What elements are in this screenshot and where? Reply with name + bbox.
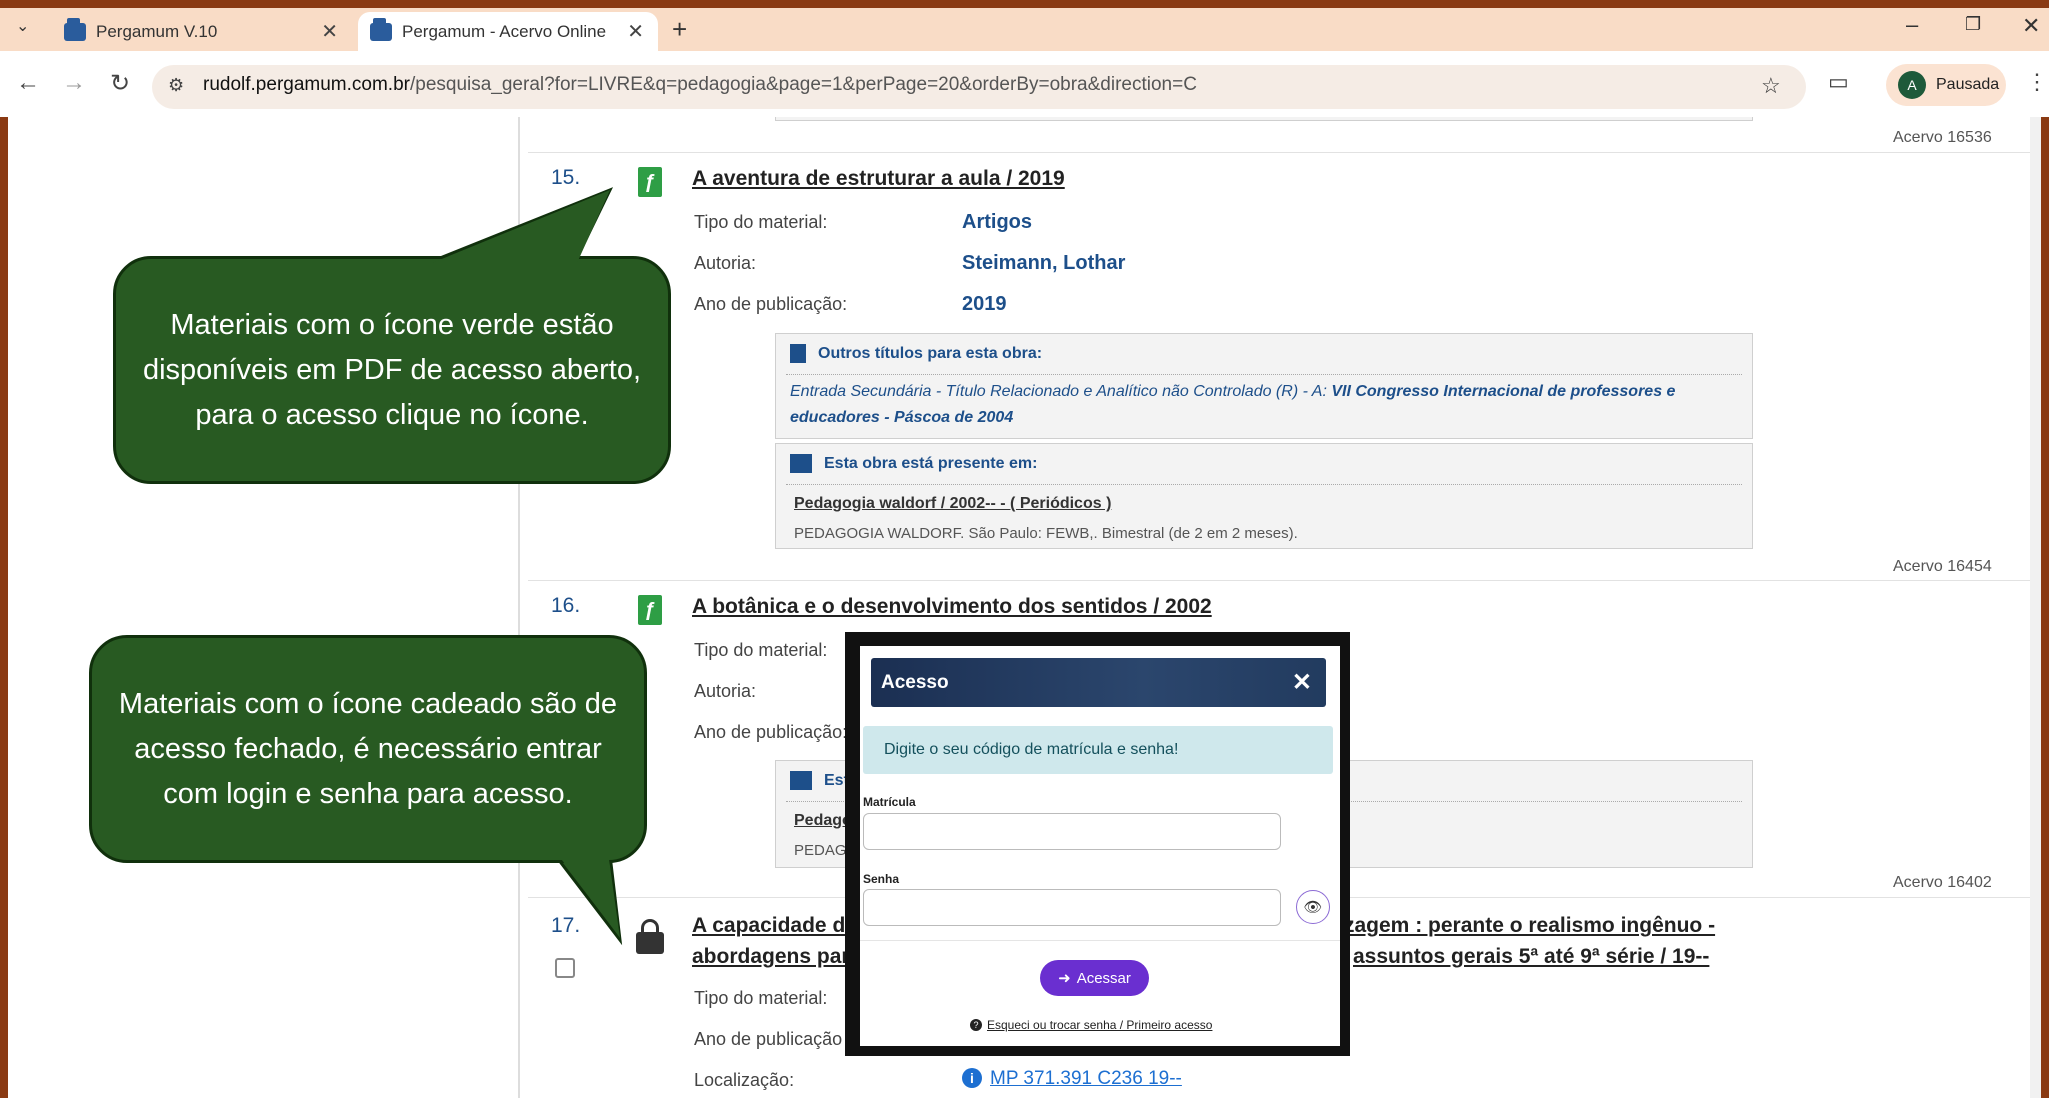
modal-header: Acesso ✕ — [871, 658, 1326, 707]
acessar-button[interactable]: ➜ Acessar — [1040, 960, 1149, 996]
field-label: Tipo do material: — [694, 988, 828, 1008]
presente-em-box: Esta obra está presente em: Pedagogia wa… — [775, 443, 1753, 549]
result-number: 15. — [551, 166, 581, 189]
profile-button[interactable]: A Pausada — [1886, 64, 2006, 106]
tab-acervo-online[interactable]: Pergamum - Acervo Online ✕ — [358, 12, 658, 51]
field-label: Ano de publicação — [694, 1029, 843, 1049]
tab-label: Pergamum - Acervo Online — [402, 21, 607, 41]
result-title-link[interactable]: abordagens para — [692, 945, 861, 969]
periodico-link[interactable]: Pedago — [794, 812, 852, 830]
help-icon: ? — [970, 1019, 982, 1031]
bookmark-icon — [790, 344, 806, 363]
matricula-input[interactable] — [863, 813, 1281, 850]
field-label: Autoria: — [694, 253, 757, 273]
field-label: Autoria: — [694, 681, 757, 701]
pdf-open-access-icon[interactable]: ƒ — [638, 595, 662, 625]
reload-icon[interactable]: ↻ — [110, 69, 130, 98]
outros-titulos-box: Outros títulos para esta obra: Entrada S… — [775, 333, 1753, 439]
forgot-password-link[interactable]: ? Esqueci ou trocar senha / Primeiro aces… — [970, 1018, 1212, 1032]
modal-title: Acesso — [881, 671, 949, 693]
result-title-link[interactable]: A botânica e o desenvolvimento dos senti… — [692, 595, 1212, 619]
presente-em-header: Esta obra está presente em: — [790, 454, 1037, 473]
presente-em-header: Est — [790, 771, 849, 790]
previous-item-box — [775, 117, 1753, 121]
outros-titulos-text: Entrada Secundária - Título Relacionado … — [790, 383, 1676, 426]
result-title-link[interactable]: A capacidade de — [692, 914, 857, 938]
new-tab-icon[interactable]: + — [672, 14, 687, 45]
acervo-number: Acervo 16536 — [1893, 129, 1992, 146]
divider — [528, 152, 2038, 153]
lock-icon[interactable] — [636, 919, 664, 954]
bookmark-star-icon[interactable]: ☆ — [1761, 73, 1781, 99]
result-title-link[interactable]: assuntos gerais 5ª até 9ª série / 19-- — [1353, 945, 1709, 969]
senha-input[interactable] — [863, 889, 1281, 926]
divider — [528, 580, 2038, 581]
modal-info-alert: Digite o seu código de matrícula e senha… — [863, 726, 1333, 774]
tab-search-chevron-icon[interactable]: ⌄ — [16, 16, 29, 36]
result-number: 17. — [551, 914, 581, 937]
login-icon: ➜ — [1058, 970, 1071, 987]
profile-status: Pausada — [1936, 76, 2000, 93]
minimize-icon[interactable]: – — [1906, 12, 1918, 38]
restore-icon[interactable]: ❐ — [1965, 14, 1981, 35]
callout-closed-access: Materiais com o ícone cadeado são de ace… — [89, 635, 647, 863]
pergamum-favicon-icon — [370, 17, 392, 41]
acervo-number: Acervo 16454 — [1893, 558, 1992, 575]
extensions-icon[interactable]: ▭ — [1828, 69, 1849, 95]
back-icon[interactable]: ← — [16, 69, 40, 97]
forward-icon[interactable]: → — [62, 69, 86, 97]
acervo-number: Acervo 16402 — [1893, 874, 1992, 891]
avatar: A — [1898, 71, 1926, 99]
periodico-description: PEDAGOGIA WALDORF. São Paulo: FEWB,. Bim… — [794, 525, 1298, 542]
pdf-open-access-icon[interactable]: ƒ — [638, 167, 662, 197]
pergamum-favicon-icon — [64, 17, 86, 41]
field-label: Localização: — [694, 1070, 795, 1090]
close-tab-icon[interactable]: ✕ — [627, 19, 644, 44]
toggle-password-eye-icon[interactable]: 👁 — [1296, 890, 1330, 924]
close-window-icon[interactable]: ✕ — [2022, 13, 2040, 39]
scrollbar[interactable] — [2030, 117, 2041, 1098]
menu-icon[interactable]: ⋮ — [2026, 69, 2048, 95]
periodico-link[interactable]: Pedagogia waldorf / 2002-- - ( Periódico… — [794, 495, 1111, 513]
info-icon[interactable]: i — [962, 1068, 982, 1088]
tab-strip: ⌄ Pergamum V.10 ✕ Pergamum - Acervo Onli… — [0, 8, 2049, 51]
result-number: 16. — [551, 594, 581, 617]
tab-label: Pergamum V.10 — [96, 21, 218, 41]
result-title-link[interactable]: zagem : perante o realismo ingênuo - — [1344, 914, 1715, 938]
field-label: Ano de publicação: — [694, 722, 848, 742]
divider — [860, 940, 1340, 941]
result-title-link[interactable]: A aventura de estruturar a aula / 2019 — [692, 167, 1065, 191]
callout-open-access: Materiais com o ícone verde estão dispon… — [113, 256, 671, 484]
site-settings-icon[interactable]: ⚙ — [168, 75, 184, 96]
field-label: Tipo do material: — [694, 212, 828, 232]
divider — [786, 484, 1742, 485]
tab-pergamum-v10[interactable]: Pergamum V.10 ✕ — [52, 12, 352, 51]
book-icon — [790, 454, 812, 473]
close-tab-icon[interactable]: ✕ — [321, 19, 338, 44]
book-icon — [790, 771, 812, 790]
url-text[interactable]: rudolf.pergamum.com.br/pesquisa_geral?fo… — [203, 74, 1197, 96]
matricula-label: Matrícula — [863, 795, 916, 809]
senha-label: Senha — [863, 872, 900, 886]
select-checkbox[interactable] — [555, 958, 575, 978]
location-link[interactable]: MP 371.391 C236 19-- — [990, 1068, 1182, 1090]
field-value: 2019 — [962, 293, 1007, 315]
divider — [786, 374, 1742, 375]
field-value: Artigos — [962, 211, 1032, 233]
field-label: Ano de publicação: — [694, 294, 848, 314]
outros-titulos-header: Outros títulos para esta obra: — [790, 344, 1042, 363]
author-link[interactable]: Steimann, Lothar — [962, 252, 1125, 275]
close-icon[interactable]: ✕ — [1292, 668, 1312, 697]
field-label: Tipo do material: — [694, 640, 828, 660]
browser-toolbar: ← → ↻ ⚙ ☆ rudolf.pergamum.com.br/pesquis… — [0, 51, 2049, 117]
